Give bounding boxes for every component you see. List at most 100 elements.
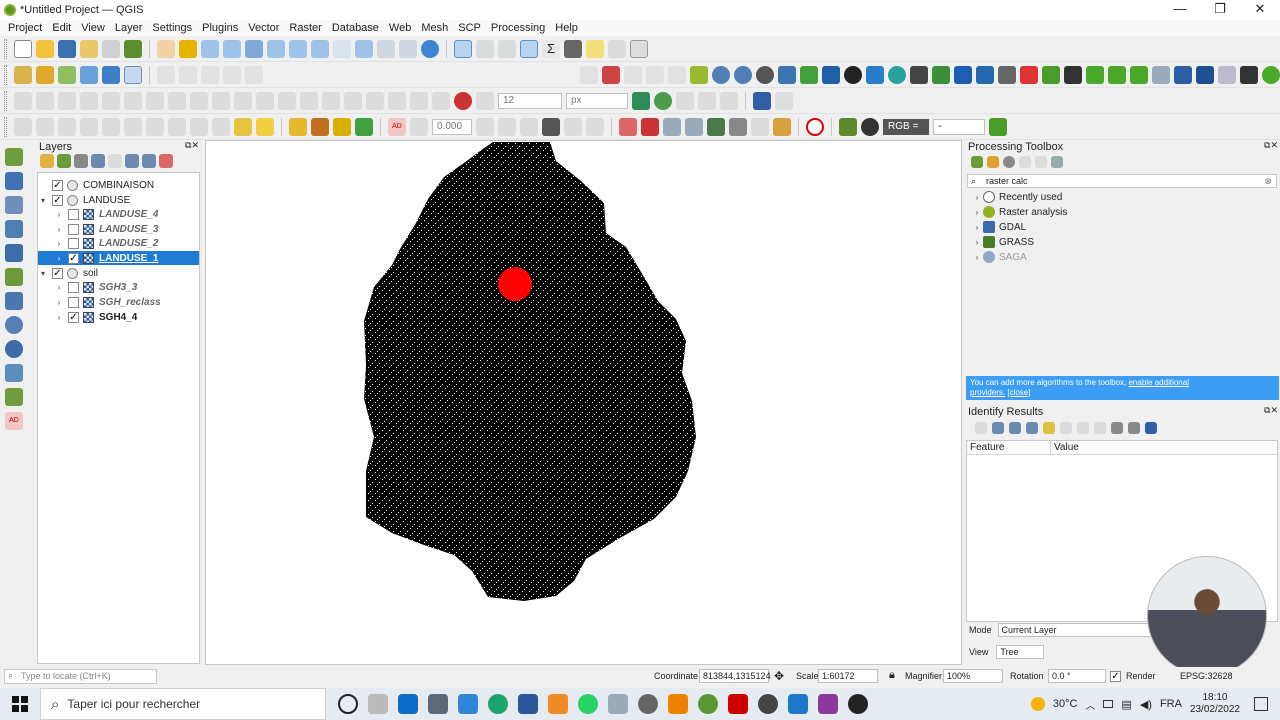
- label10-icon[interactable]: [212, 91, 230, 110]
- copy-results-icon[interactable]: [1060, 422, 1072, 434]
- geopackage-icon[interactable]: [36, 65, 54, 84]
- toolbox-float-close-icon[interactable]: ⧉✕: [1264, 140, 1278, 151]
- expand-all-icon[interactable]: [125, 154, 139, 168]
- cluster-icon[interactable]: [998, 65, 1016, 84]
- zoom-native-icon[interactable]: [311, 39, 329, 58]
- layer-sgh4-4[interactable]: › ✓ SGH4_4: [38, 310, 199, 324]
- add-wfs-icon[interactable]: [5, 340, 23, 358]
- layer-group-landuse[interactable]: ▾ ✓ LANDUSE: [38, 193, 199, 207]
- scp-triangle-icon[interactable]: [690, 65, 708, 84]
- clock[interactable]: 18:10 23/02/2022: [1190, 692, 1240, 716]
- terminal-icon[interactable]: [1240, 65, 1258, 84]
- help-icon[interactable]: [753, 91, 771, 110]
- eye-icon[interactable]: [74, 154, 88, 168]
- add-postgis-icon[interactable]: [5, 292, 23, 310]
- providers-link[interactable]: providers.: [970, 388, 1005, 397]
- identify-float-close-icon[interactable]: ⧉✕: [1264, 405, 1278, 416]
- rotation-field[interactable]: 0.0 °: [1048, 669, 1106, 683]
- menu-database[interactable]: Database: [332, 22, 379, 34]
- toolbox-item-grass[interactable]: › GRASS: [971, 235, 1034, 249]
- identify-options-icon[interactable]: [1111, 422, 1123, 434]
- layer-landuse-2[interactable]: › LANDUSE_2: [38, 236, 199, 250]
- check3-icon[interactable]: [1130, 65, 1148, 84]
- deselect-icon[interactable]: [201, 65, 219, 84]
- scp-chart-icon[interactable]: [311, 117, 329, 136]
- spatialite-icon[interactable]: [80, 65, 98, 84]
- calc-icon[interactable]: [1064, 65, 1082, 84]
- crs-button[interactable]: EPSG:32628: [1180, 671, 1233, 681]
- label4-icon[interactable]: [80, 91, 98, 110]
- virtual-layer-icon[interactable]: [124, 65, 142, 84]
- settings-gear-icon[interactable]: [758, 694, 778, 714]
- whatsapp-icon[interactable]: [578, 694, 598, 714]
- scp-b-icon[interactable]: [498, 117, 516, 136]
- app-dark-icon[interactable]: [638, 694, 658, 714]
- link-icon[interactable]: [1152, 65, 1170, 84]
- pan-to-selection-icon[interactable]: [179, 39, 197, 58]
- label15-icon[interactable]: [322, 91, 340, 110]
- check-icon[interactable]: [1086, 65, 1104, 84]
- zoom-next-icon[interactable]: [355, 39, 373, 58]
- zoom-selection-icon[interactable]: [267, 39, 285, 58]
- map-tips-icon[interactable]: [586, 39, 604, 58]
- camera-icon[interactable]: [428, 694, 448, 714]
- mail-icon[interactable]: [398, 694, 418, 714]
- save-as-icon[interactable]: [80, 39, 98, 58]
- panel-float-close-icon[interactable]: ⧉✕: [185, 140, 199, 151]
- filter-expr-icon[interactable]: [108, 154, 122, 168]
- green-globe-icon[interactable]: [1262, 65, 1280, 84]
- menu-view[interactable]: View: [81, 22, 105, 34]
- taskbar-search-box[interactable]: ⌕ Taper ici pour rechercher: [40, 688, 326, 720]
- menu-vector[interactable]: Vector: [248, 22, 279, 34]
- menu-project[interactable]: Project: [8, 22, 42, 34]
- edit-c-icon[interactable]: [720, 91, 738, 110]
- add-wms-icon[interactable]: [5, 316, 23, 334]
- start-button[interactable]: [0, 688, 40, 720]
- label14-icon[interactable]: [300, 91, 318, 110]
- layer-checkbox[interactable]: [68, 296, 79, 308]
- measure-icon[interactable]: [564, 39, 582, 58]
- locator-search-input[interactable]: Type to locate (Ctrl+K): [4, 669, 157, 684]
- bookmark-icon[interactable]: [608, 39, 626, 58]
- coordinate-field[interactable]: 813844,1315124: [699, 669, 771, 683]
- chevron-right-icon[interactable]: ›: [54, 254, 64, 263]
- menu-scp[interactable]: SCP: [458, 22, 481, 34]
- label2-icon[interactable]: [36, 91, 54, 110]
- add-group-icon[interactable]: [57, 154, 71, 168]
- scp-c-icon[interactable]: [520, 117, 538, 136]
- scp-value-field[interactable]: 0.000: [432, 118, 472, 135]
- scp-f-icon[interactable]: [751, 117, 769, 136]
- label6-icon[interactable]: [124, 91, 142, 110]
- zoom-out-icon[interactable]: [223, 39, 241, 58]
- chevron-down-icon[interactable]: ▾: [38, 196, 48, 205]
- scp-down-icon[interactable]: [355, 117, 373, 136]
- scp-map-icon[interactable]: [839, 117, 857, 136]
- layer-group-soil[interactable]: ▾ ✓ soil: [38, 266, 199, 280]
- magnifier-field[interactable]: 100%: [943, 669, 1003, 683]
- database-icon[interactable]: [289, 117, 307, 136]
- network-icon[interactable]: ▤: [1121, 698, 1131, 711]
- tool-b-icon[interactable]: [646, 65, 664, 84]
- video-player-icon[interactable]: [788, 694, 808, 714]
- green-tool-icon[interactable]: [800, 65, 818, 84]
- menu-mesh[interactable]: Mesh: [421, 22, 448, 34]
- menu-processing[interactable]: Processing: [491, 22, 545, 34]
- layer-checkbox[interactable]: ✓: [68, 252, 79, 264]
- copy-icon[interactable]: [146, 117, 164, 136]
- scp-red-icon[interactable]: [619, 117, 637, 136]
- results-icon[interactable]: [1019, 156, 1031, 168]
- word-icon[interactable]: [518, 694, 538, 714]
- task-view-icon[interactable]: [368, 694, 388, 714]
- adv-digitize-icon[interactable]: [602, 65, 620, 84]
- red-tool-icon[interactable]: [1020, 65, 1038, 84]
- digitize-icon[interactable]: [157, 65, 175, 84]
- expand-icon[interactable]: [975, 422, 987, 434]
- magnet-icon[interactable]: [454, 91, 472, 110]
- new-project-icon[interactable]: [14, 39, 32, 58]
- band-set-icon[interactable]: [976, 65, 994, 84]
- terrain-icon[interactable]: [866, 65, 884, 84]
- layer-sgh3-3[interactable]: › SGH3_3: [38, 280, 199, 294]
- open-table-icon[interactable]: [476, 39, 494, 58]
- chevron-right-icon[interactable]: ›: [971, 253, 983, 262]
- check2-icon[interactable]: [1108, 65, 1126, 84]
